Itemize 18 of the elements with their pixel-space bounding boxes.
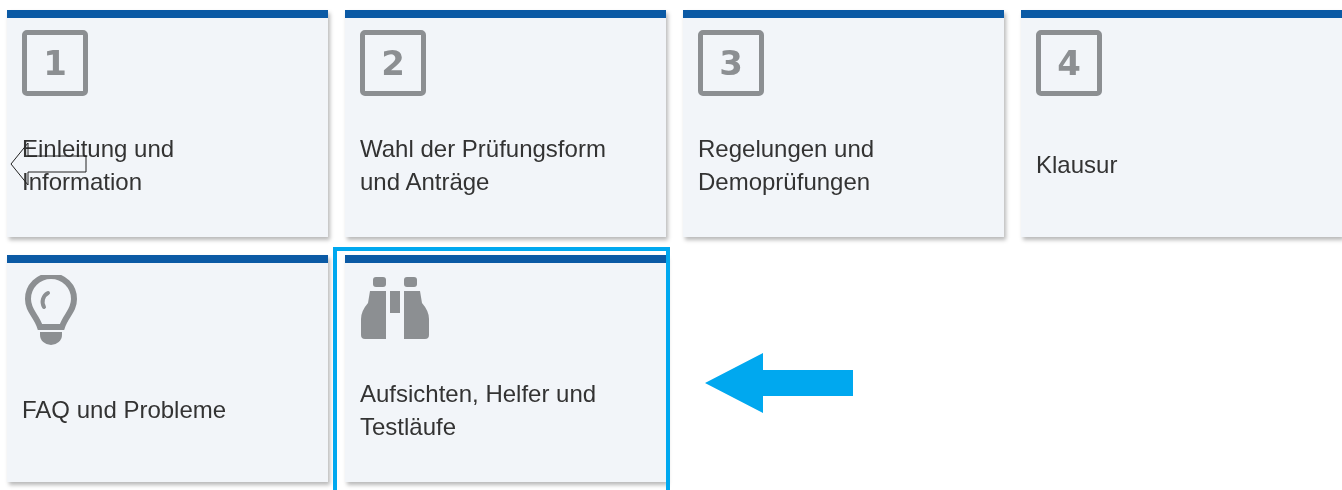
step-number: 4 [1036, 30, 1102, 96]
tile-title: Einleitung und Information [22, 133, 176, 197]
tile-title: Regelungen und Demoprüfungen [698, 133, 876, 197]
tile-title: Wahl der Prüfungsform und Anträge [360, 133, 607, 197]
lightbulb-icon [22, 275, 80, 345]
tile-title: Aufsichten, Helfer und Testläufe [360, 378, 598, 442]
step-number: 2 [360, 30, 426, 96]
topic-tile[interactable]: 1 Einleitung und Information [7, 10, 328, 237]
tile-title: Klausur [1036, 150, 1118, 180]
topic-tile[interactable]: FAQ und Probleme [7, 255, 328, 482]
topic-tile[interactable]: 4 Klausur [1021, 10, 1342, 237]
tile-title: FAQ und Probleme [22, 395, 227, 425]
binoculars-icon [360, 275, 432, 339]
step-number: 3 [698, 30, 764, 96]
step-number: 1 [22, 30, 88, 96]
topic-tile[interactable]: 3 Regelungen und Demoprüfungen [683, 10, 1004, 237]
topic-tile[interactable]: Aufsichten, Helfer und Testläufe [345, 255, 666, 482]
topic-tile[interactable]: 2 Wahl der Prüfungsform und Anträge [345, 10, 666, 237]
